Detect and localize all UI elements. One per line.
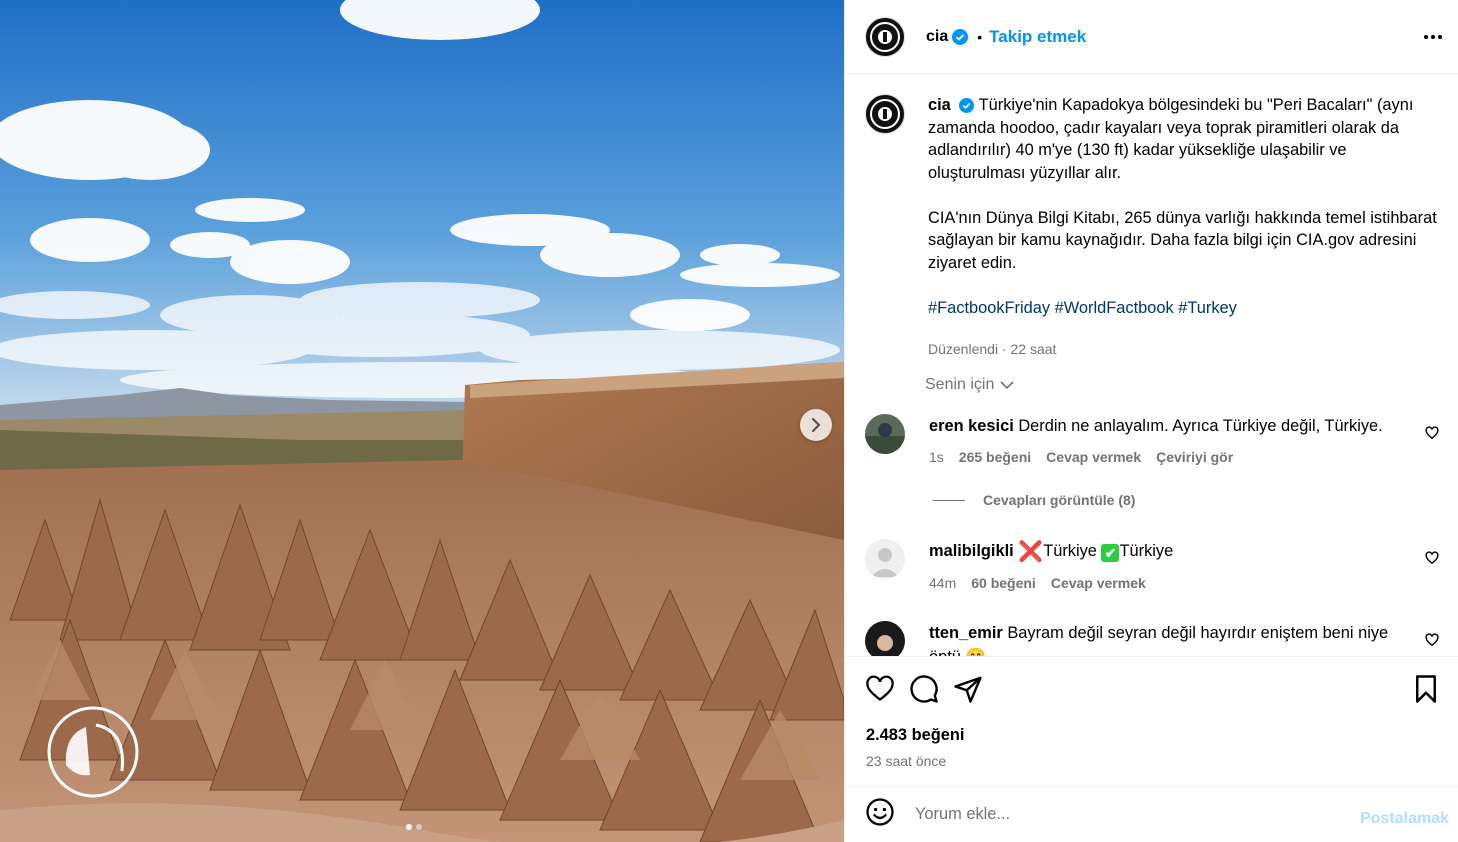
caption-time: 22 saat — [1010, 340, 1057, 357]
sort-label: Senin için — [925, 376, 995, 393]
bookmark-icon — [1416, 675, 1436, 703]
post-actions: 2.483 beğeni 23 saat önce — [845, 656, 1458, 786]
more-options-icon[interactable] — [1422, 25, 1444, 49]
share-button[interactable] — [953, 674, 983, 709]
post-media[interactable] — [0, 0, 844, 842]
caption-paragraph-2: CIA'nın Dünya Bilgi Kitabı, 265 dünya va… — [928, 208, 1437, 272]
comment-likes[interactable]: 265 beğeni — [959, 445, 1031, 469]
caption-avatar[interactable] — [865, 94, 905, 134]
caption-hashtags[interactable]: #FactbookFriday #WorldFactbook #Turkey — [928, 297, 1440, 320]
comment-bubble-icon — [910, 675, 938, 703]
next-slide-button[interactable] — [800, 409, 832, 441]
post-caption: cia Türkiye'nin Kapadokya bölgesindeki b… — [865, 94, 1445, 360]
replies-line — [933, 499, 965, 501]
likes-count[interactable]: 2.483 beğeni — [866, 726, 964, 745]
verified-badge-icon — [959, 98, 975, 114]
save-button[interactable] — [1413, 674, 1439, 709]
post-header: cia • Takip etmek — [845, 0, 1458, 74]
comment-sort-dropdown[interactable]: Senin için — [925, 376, 1014, 394]
view-replies-button[interactable]: Cevapları görüntüle (8) — [933, 492, 1135, 508]
comment-avatar[interactable] — [865, 621, 905, 656]
heart-icon — [866, 675, 894, 702]
comment-username[interactable]: eren kesici — [929, 417, 1014, 435]
reply-button[interactable]: Cevap vermek — [1046, 445, 1141, 469]
post-time[interactable]: 23 saat önce — [866, 753, 946, 769]
see-translation-button[interactable]: Çeviriyi gör — [1156, 445, 1233, 469]
reply-button[interactable]: Cevap vermek — [1051, 571, 1146, 595]
verified-badge-icon — [952, 28, 969, 45]
heart-icon[interactable] — [1425, 633, 1439, 647]
comment-item: malibilgikli ❌Türkiye ✔ Türkiye 44m 60 be… — [865, 539, 1445, 595]
slide-dot-active — [406, 824, 412, 830]
comment-likes[interactable]: 60 beğeni — [971, 571, 1036, 595]
meta-separator: · — [998, 340, 1011, 357]
cross-mark-icon: ❌ — [1018, 541, 1044, 563]
send-icon — [954, 676, 982, 703]
comment-username[interactable]: malibilgikli — [929, 542, 1014, 560]
comment-text: Türkiye — [1119, 542, 1174, 560]
comment-text: Derdin ne anlayalım. Ayrıca Türkiye deği… — [1018, 417, 1383, 435]
heart-icon[interactable] — [1425, 426, 1439, 440]
caption-meta: Düzenlendi · 22 saat — [928, 338, 1440, 361]
comment-input[interactable] — [915, 805, 1335, 824]
post-details-panel: cia • Takip etmek cia Türkiye'nin Kapado… — [844, 0, 1458, 842]
comment-button[interactable] — [909, 674, 939, 709]
comment-time[interactable]: 1s — [929, 445, 944, 469]
caption-text: Türkiye'nin Kapadokya bölgesindeki bu "P… — [928, 96, 1414, 182]
chevron-right-icon — [811, 418, 821, 432]
watermark-logo — [46, 705, 140, 799]
separator-dot: • — [977, 28, 983, 45]
comments-section[interactable]: cia Türkiye'nin Kapadokya bölgesindeki b… — [845, 74, 1458, 656]
comment-composer: Postalamak — [845, 786, 1458, 842]
comment-username[interactable]: tten_emir — [929, 624, 1003, 642]
follow-button[interactable]: Takip etmek — [989, 27, 1086, 47]
slide-indicator — [406, 824, 422, 830]
comment-text: Türkiye — [1043, 542, 1097, 560]
heart-icon[interactable] — [1425, 551, 1439, 565]
comment-avatar[interactable] — [865, 539, 905, 579]
emoji-button[interactable] — [865, 797, 895, 832]
chevron-down-icon — [1000, 381, 1014, 390]
comment-time[interactable]: 44m — [929, 571, 956, 595]
caption-username[interactable]: cia — [928, 96, 951, 114]
comment-item: eren kesici Derdin ne anlayalım. Ayrıca … — [865, 414, 1445, 469]
like-button[interactable] — [865, 674, 895, 709]
check-mark-icon: ✔ — [1101, 544, 1120, 562]
avatar[interactable] — [865, 16, 905, 57]
edited-label: Düzenlendi — [928, 340, 999, 357]
comment-avatar[interactable] — [865, 414, 905, 454]
post-comment-button[interactable]: Postalamak — [1360, 810, 1449, 828]
view-replies-label: Cevapları görüntüle (8) — [983, 492, 1136, 508]
slide-dot — [416, 824, 422, 830]
username[interactable]: cia — [926, 28, 948, 46]
comment-item: tten_emir Bayram değil seyran değil hayı… — [865, 621, 1445, 656]
emoji-icon — [866, 798, 894, 826]
